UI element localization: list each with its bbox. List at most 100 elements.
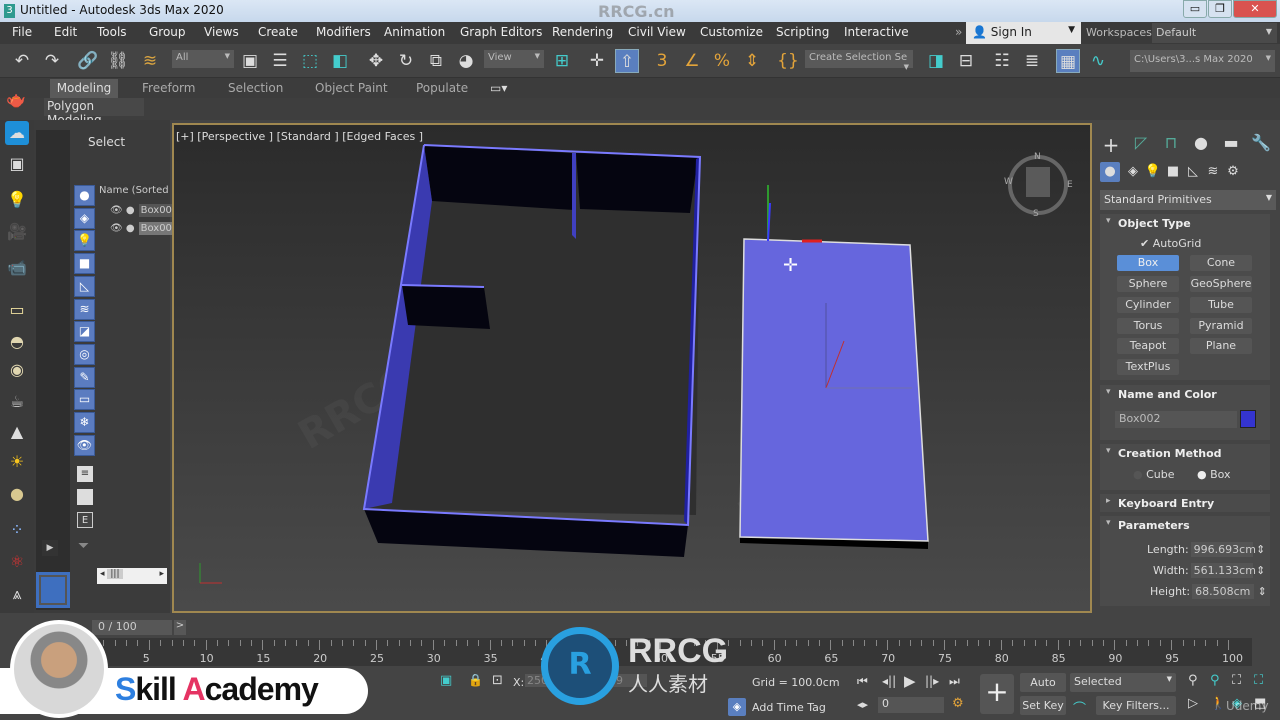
camera-icon[interactable]: 📹: [5, 256, 29, 280]
filter-icon[interactable]: ⏷: [78, 538, 89, 554]
next-frame-icon[interactable]: ||▸: [925, 674, 939, 688]
ribbon-tab-freeform[interactable]: Freeform: [142, 81, 195, 95]
spinner-snap-icon[interactable]: ⇕: [740, 49, 764, 73]
curve-editor-icon[interactable]: ∿: [1086, 49, 1110, 73]
rectangular-selection-icon[interactable]: ⬚: [298, 49, 322, 73]
molecule-icon[interactable]: ⚛: [5, 550, 29, 574]
time-slider[interactable]: 0 / 100: [92, 620, 172, 635]
cylinder-button[interactable]: Cylinder: [1117, 297, 1179, 313]
ribbon-toggle-icon[interactable]: ▦: [1056, 49, 1080, 73]
tube-button[interactable]: Tube: [1190, 297, 1252, 313]
teapot-object-icon[interactable]: ☕: [5, 390, 29, 414]
list-item[interactable]: 👁 ● Box002: [110, 222, 181, 238]
edit-named-selection-icon[interactable]: {}: [776, 49, 800, 73]
particles-icon[interactable]: ⁘: [5, 518, 29, 542]
modify-tab-icon[interactable]: ◸: [1130, 133, 1152, 155]
place-icon[interactable]: ◕: [454, 49, 478, 73]
filter-helpers-icon[interactable]: ◺: [74, 276, 95, 297]
teapot-icon[interactable]: 🫖: [6, 90, 26, 109]
filter-containers-icon[interactable]: ▭: [74, 389, 95, 410]
disc-icon[interactable]: ●: [5, 482, 29, 506]
display-children-icon[interactable]: ≡: [77, 466, 93, 482]
visibility-eye-icon[interactable]: 👁: [110, 223, 123, 234]
hemisphere-icon[interactable]: ◓: [5, 330, 29, 354]
camera-group-icon[interactable]: 🎥: [5, 220, 29, 244]
plane-button[interactable]: Plane: [1190, 338, 1252, 354]
time-tag-icon[interactable]: ◈: [728, 698, 746, 716]
sun-icon[interactable]: ☀: [5, 450, 29, 474]
sphere-icon[interactable]: ◉: [5, 358, 29, 382]
ribbon-tab-modeling[interactable]: Modeling: [50, 79, 118, 98]
ribbon-tab-populate[interactable]: Populate: [416, 81, 468, 95]
mirror-icon[interactable]: ◨: [924, 49, 948, 73]
selection-filter-dropdown[interactable]: All ▼: [172, 50, 234, 68]
scale-icon[interactable]: ⧉: [424, 49, 448, 73]
minimize-button[interactable]: ▭: [1183, 0, 1207, 18]
sign-in-dropdown[interactable]: 👤 Sign In ▼: [966, 22, 1081, 44]
auto-key-button[interactable]: Auto Key: [1020, 673, 1066, 708]
polygon-modeling-panel[interactable]: Polygon Modeling: [44, 98, 144, 127]
undo-icon[interactable]: ↶: [10, 49, 34, 73]
display-none-icon[interactable]: [77, 489, 93, 505]
menu-interactive[interactable]: Interactive: [844, 25, 909, 39]
display-tab-icon[interactable]: ▬: [1220, 133, 1242, 155]
key-filters-button[interactable]: Key Filters...: [1096, 696, 1176, 715]
zoom-extents-icon[interactable]: ⛶: [1232, 673, 1241, 688]
menu-group[interactable]: Group: [149, 25, 186, 39]
menu-customize[interactable]: Customize: [700, 25, 763, 39]
geosphere-button[interactable]: GeoSphere: [1190, 276, 1252, 292]
keyboard-shortcut-override-icon[interactable]: ⇧: [615, 49, 639, 73]
zoom-all-icon[interactable]: ⚲: [1210, 673, 1220, 688]
viewcube-west[interactable]: W: [1004, 177, 1013, 187]
box-button[interactable]: Box: [1117, 255, 1179, 271]
spinner-icon[interactable]: ⇕: [1256, 564, 1265, 577]
time-slider-next-button[interactable]: >: [174, 620, 186, 635]
menu-modifiers[interactable]: Modifiers: [316, 25, 371, 39]
spinner-icon[interactable]: ⇕: [1256, 543, 1265, 556]
sphere-button[interactable]: Sphere: [1117, 276, 1179, 292]
ribbon-tab-selection[interactable]: Selection: [228, 81, 283, 95]
box-radio[interactable]: ● Box: [1197, 468, 1231, 481]
menu-civil-view[interactable]: Civil View: [628, 25, 686, 39]
filter-xrefs-icon[interactable]: ◎: [74, 344, 95, 365]
expand-arrow-icon[interactable]: ▶: [42, 540, 58, 556]
viewcube-south[interactable]: S: [1033, 209, 1039, 219]
unlink-icon[interactable]: ⛓: [106, 49, 130, 73]
redo-icon[interactable]: ↷: [40, 49, 64, 73]
viewcube-east[interactable]: E: [1067, 180, 1073, 190]
move-icon[interactable]: ✥: [364, 49, 388, 73]
rotate-icon[interactable]: ↻: [394, 49, 418, 73]
cone-icon[interactable]: ▲: [5, 420, 29, 444]
freeze-dot-icon[interactable]: ●: [123, 205, 135, 216]
cone-button[interactable]: Cone: [1190, 255, 1252, 271]
ribbon-tab-object-paint[interactable]: Object Paint: [315, 81, 388, 95]
menu-scripting[interactable]: Scripting: [776, 25, 829, 39]
time-config-toggle-icon[interactable]: ◂▸: [857, 698, 868, 711]
go-to-start-icon[interactable]: ⏮: [857, 674, 868, 689]
menu-animation[interactable]: Animation: [384, 25, 445, 39]
filter-lights-icon[interactable]: 💡: [74, 230, 95, 251]
spacewarps-category-icon[interactable]: ≋: [1203, 162, 1223, 182]
angle-snap-icon[interactable]: ∠: [680, 49, 704, 73]
name-and-color-header[interactable]: Name and Color: [1100, 385, 1270, 401]
menu-graph-editors[interactable]: Graph Editors: [460, 25, 542, 39]
snaps-toggle-icon[interactable]: 3: [650, 49, 674, 73]
autogrid-checkbox[interactable]: ✔ AutoGrid: [1140, 237, 1201, 250]
workspaces-dropdown[interactable]: Default ▼: [1152, 23, 1277, 43]
systems-category-icon[interactable]: ⚙: [1223, 162, 1243, 182]
pivot-center-icon[interactable]: ⊞: [550, 49, 574, 73]
menu-overflow-button[interactable]: »: [955, 25, 962, 39]
viewcube-north[interactable]: N: [1034, 152, 1041, 162]
visibility-eye-icon[interactable]: 👁: [110, 205, 123, 216]
horizontal-scrollbar[interactable]: ◂ ||| ▸: [97, 568, 167, 584]
object-color-swatch[interactable]: [1240, 410, 1256, 428]
layer-explorer-icon[interactable]: ≣: [1020, 49, 1044, 73]
create-tab-icon[interactable]: +: [1100, 133, 1122, 157]
zoom-icon[interactable]: ⚲: [1188, 673, 1198, 688]
percent-snap-icon[interactable]: %: [710, 49, 734, 73]
default-in-out-tangents-icon[interactable]: ⌒: [1073, 698, 1086, 717]
go-to-end-icon[interactable]: ⏭: [949, 674, 960, 689]
render-frame-icon[interactable]: ▣: [5, 152, 29, 176]
ribbon-options-icon[interactable]: ▭▾: [490, 81, 507, 95]
primitive-category-dropdown[interactable]: Standard Primitives ▼: [1100, 190, 1276, 210]
